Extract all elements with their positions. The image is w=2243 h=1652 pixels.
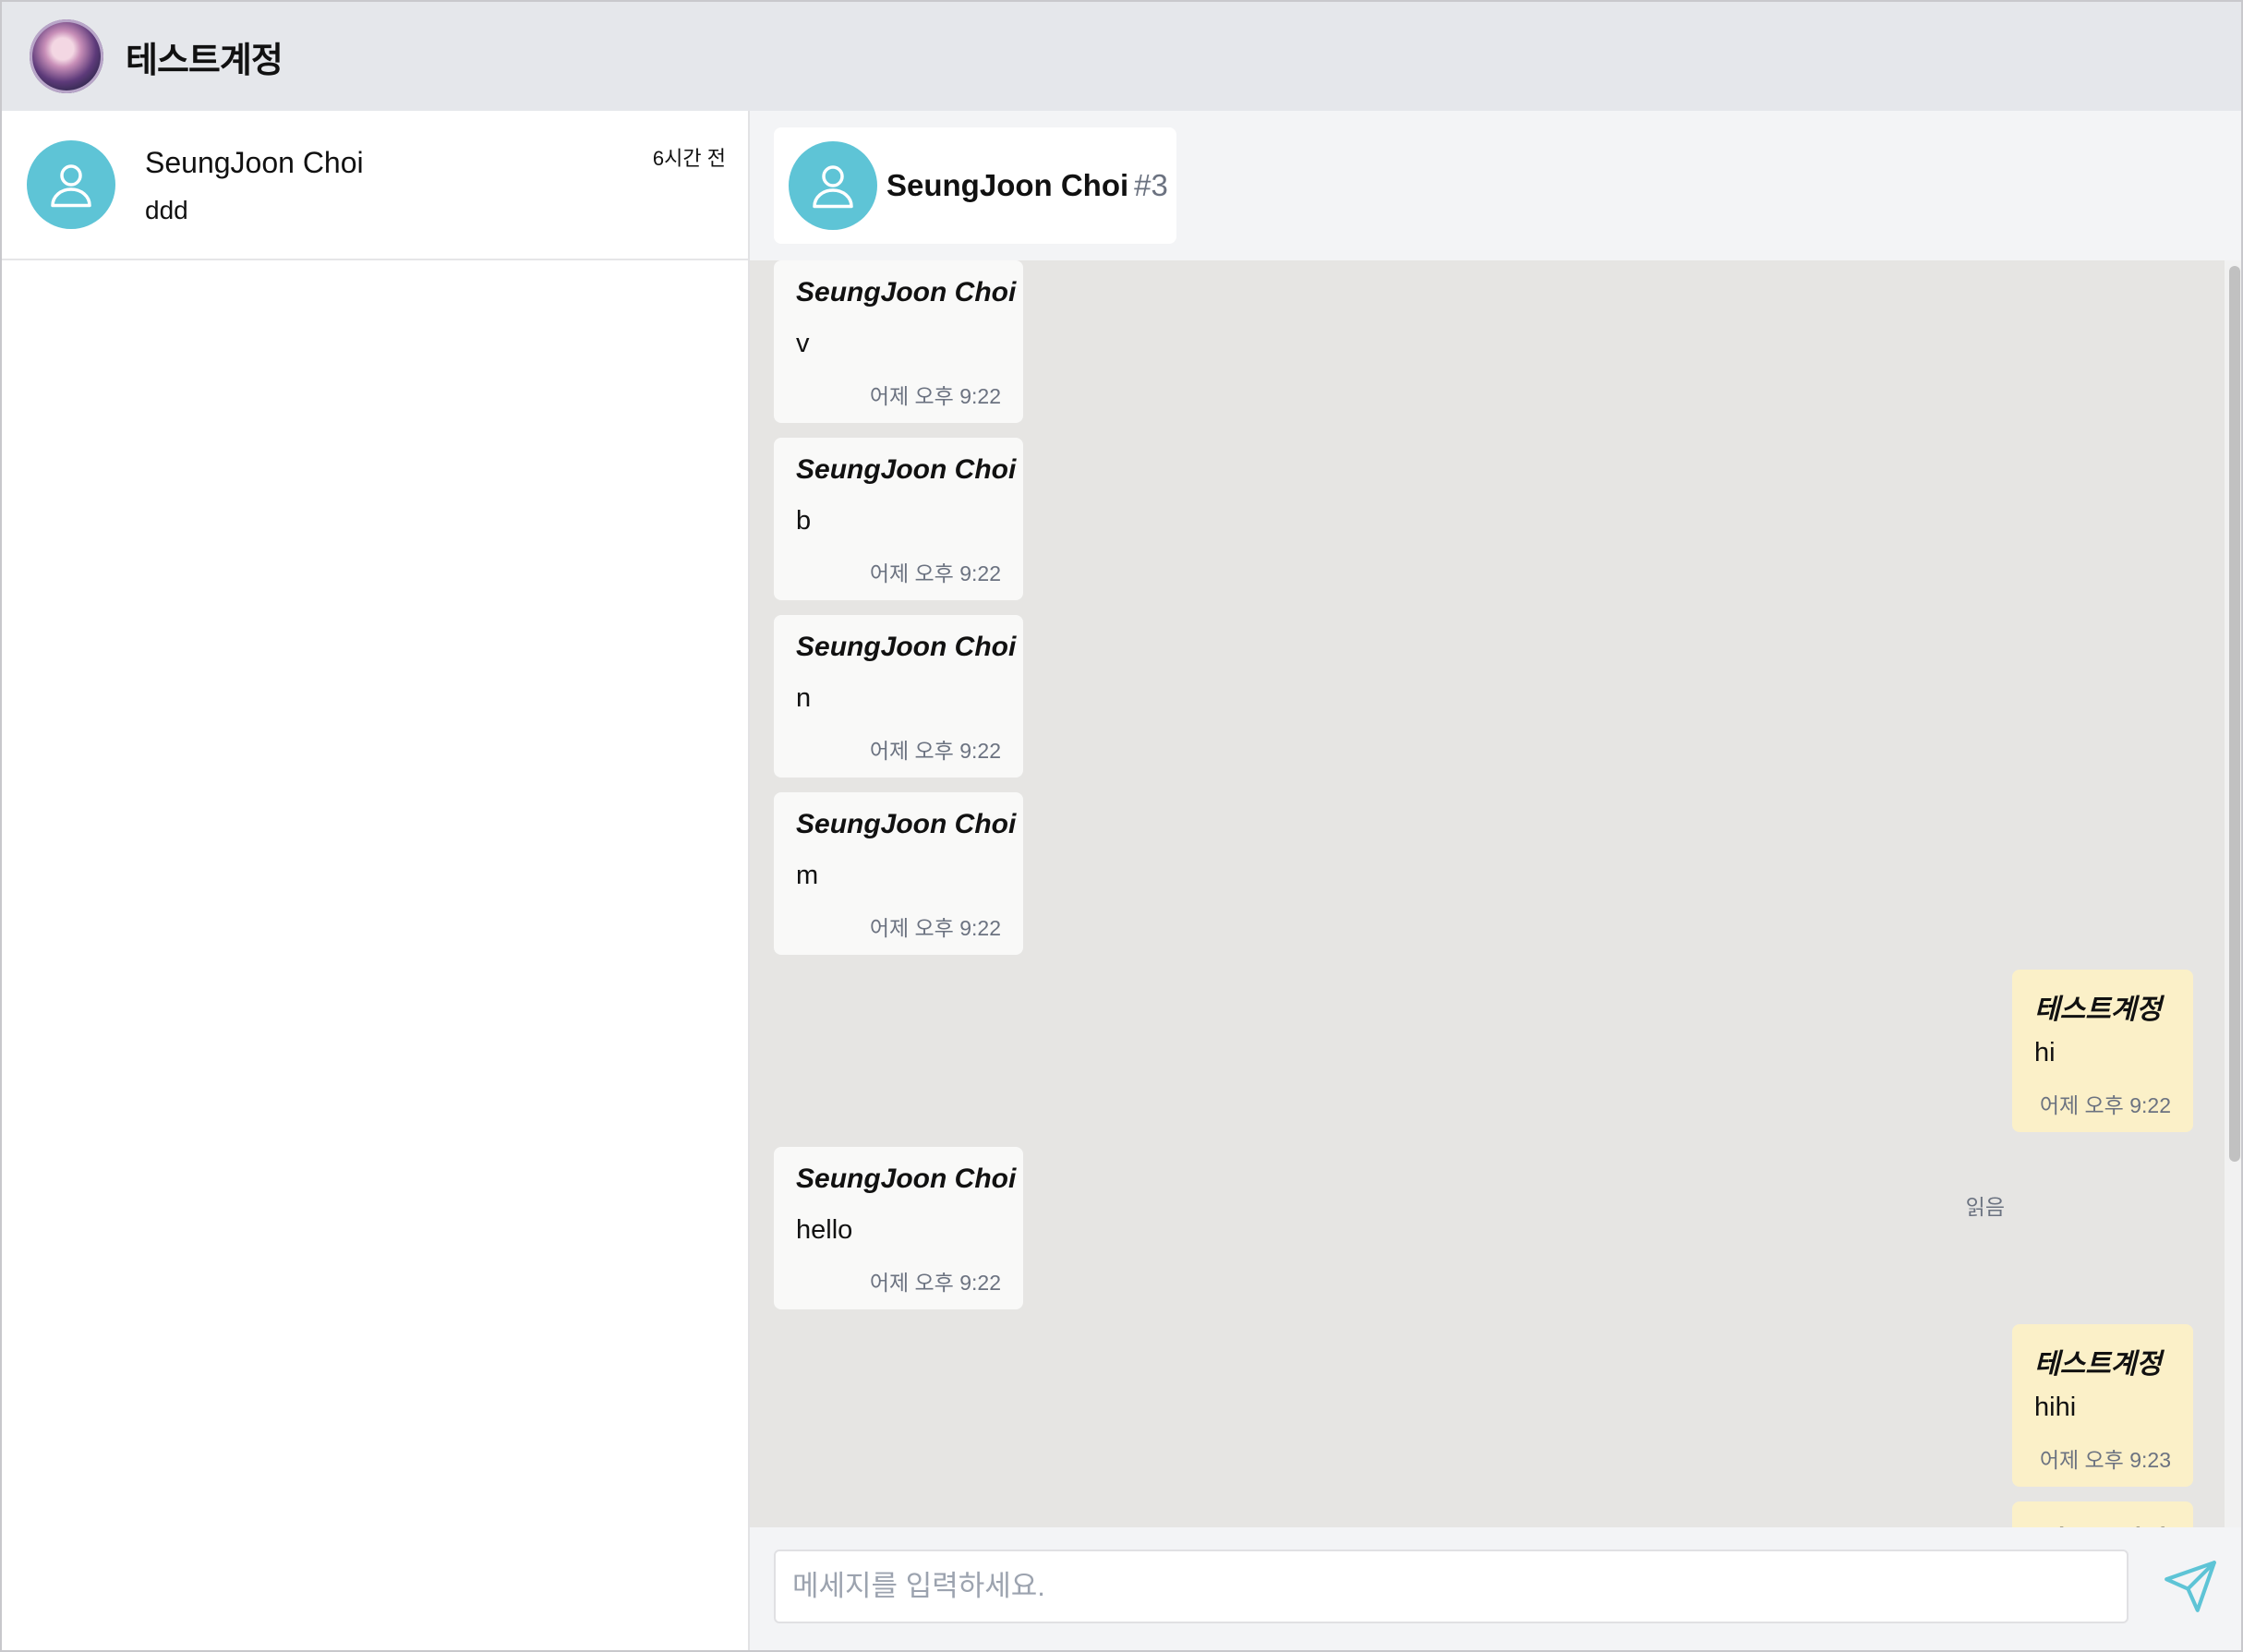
- chat-tag: #3: [1134, 168, 1168, 202]
- conversation-list: SeungJoon Choi ddd 6시간 전: [2, 111, 750, 1650]
- chat-header: SeungJoon Choi #3: [774, 127, 1176, 244]
- chat-panel: SeungJoon Choi #3 SeungJoon Choi v 어제 오후…: [750, 111, 2241, 1650]
- message-input[interactable]: [774, 1550, 2128, 1623]
- message-sender: 테스트계정: [2034, 1349, 2162, 1380]
- scrollbar[interactable]: [2225, 260, 2241, 1527]
- message-sender: 테스트계정: [2034, 995, 2162, 1025]
- send-icon: [2165, 1561, 2216, 1612]
- user-avatar: [27, 140, 115, 229]
- user-avatar: [789, 141, 877, 230]
- message-bubble: SeungJoon Choi n 어제 오후 9:22: [774, 615, 1023, 778]
- message-composer: [750, 1527, 2241, 1650]
- message-time: 어제 오후 9:22: [869, 384, 1001, 408]
- send-button[interactable]: [2153, 1550, 2227, 1623]
- message-bubble: 테스트계정 hi 어제 오후 9:22: [2012, 970, 2193, 1132]
- message-bubble: 테스트계정: [2012, 1501, 2193, 1527]
- top-bar: 테스트계정: [2, 2, 2241, 111]
- message-sender: SeungJoon Choi: [796, 277, 1017, 307]
- message-text: hi: [2034, 1038, 2056, 1067]
- conversation-preview: ddd: [145, 196, 188, 224]
- message-text: b: [796, 506, 812, 536]
- user-icon: [813, 165, 853, 209]
- message-sender: SeungJoon Choi: [796, 809, 1017, 839]
- conversation-item[interactable]: SeungJoon Choi ddd 6시간 전: [2, 111, 748, 260]
- user-icon: [51, 164, 91, 208]
- account-avatar[interactable]: [30, 19, 103, 93]
- messenger-app: 테스트계정 SeungJoon Choi ddd 6시간 전 SeungJoon…: [0, 0, 2243, 1652]
- message-sender: SeungJoon Choi: [796, 632, 1017, 662]
- message-bubble: SeungJoon Choi v 어제 오후 9:22: [774, 260, 1023, 423]
- message-bubble: SeungJoon Choi hello 어제 오후 9:22: [774, 1147, 1023, 1309]
- read-status: 읽음: [1965, 1195, 2005, 1219]
- message-bubble: SeungJoon Choi b 어제 오후 9:22: [774, 438, 1023, 600]
- message-text: hihi: [2034, 1393, 2077, 1422]
- message-sender: SeungJoon Choi: [796, 1164, 1017, 1194]
- message-sender: 테스트계정: [2034, 1518, 2162, 1527]
- message-text: n: [796, 683, 812, 713]
- conversation-name: SeungJoon Choi: [145, 146, 364, 179]
- chat-title: SeungJoon Choi: [886, 168, 1129, 202]
- conversation-time: 6시간 전: [652, 147, 726, 170]
- message-time: 어제 오후 9:22: [869, 739, 1001, 763]
- message-time: 어제 오후 9:22: [2039, 1093, 2171, 1117]
- message-text: v: [796, 329, 810, 358]
- message-text: m: [796, 861, 819, 890]
- message-list[interactable]: SeungJoon Choi v 어제 오후 9:22 SeungJoon Ch…: [750, 260, 2241, 1527]
- message-bubble: SeungJoon Choi m 어제 오후 9:22: [774, 792, 1023, 955]
- message-text: hello: [796, 1215, 853, 1245]
- message-sender: SeungJoon Choi: [796, 454, 1017, 485]
- account-name: 테스트계정: [126, 41, 283, 80]
- message-time: 어제 오후 9:23: [2039, 1448, 2171, 1472]
- message-time: 어제 오후 9:22: [869, 561, 1001, 585]
- message-time: 어제 오후 9:22: [869, 1271, 1001, 1295]
- message-time: 어제 오후 9:22: [869, 916, 1001, 940]
- message-bubble: 테스트계정 hihi 어제 오후 9:23: [2012, 1324, 2193, 1487]
- scrollbar-thumb[interactable]: [2229, 266, 2240, 1162]
